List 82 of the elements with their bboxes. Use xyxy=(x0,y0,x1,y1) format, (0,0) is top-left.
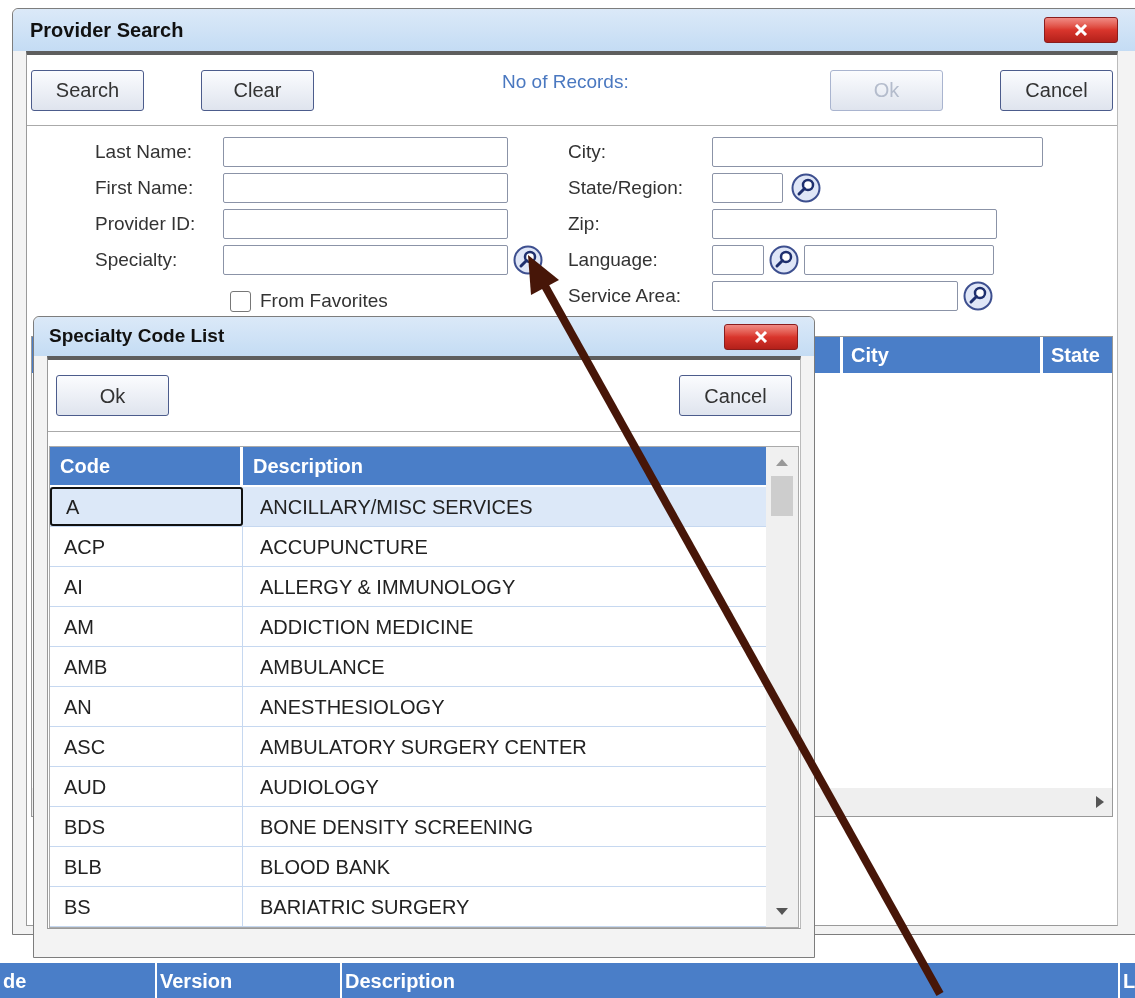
field-label: Last Name: xyxy=(95,139,194,164)
search-icon[interactable] xyxy=(769,245,799,275)
input-field[interactable] xyxy=(223,245,508,275)
column-header: Description xyxy=(340,963,1118,998)
input-field[interactable] xyxy=(223,137,508,167)
table-cell: ASC xyxy=(50,727,243,766)
table-row[interactable]: BLB BLOOD BANK xyxy=(50,847,766,887)
vertical-scrollbar[interactable] xyxy=(766,447,798,927)
table-cell-text: ADDICTION MEDICINE xyxy=(259,614,475,640)
table-cell: AMB xyxy=(50,647,243,686)
table-row[interactable]: AI ALLERGY & IMMUNOLOGY xyxy=(50,567,766,607)
scroll-right-icon[interactable] xyxy=(1096,795,1104,808)
table-row[interactable]: BS BARIATRIC SURGERY xyxy=(50,887,766,927)
table-cell-text: AMBULANCE xyxy=(259,654,386,680)
field-label: Language: xyxy=(568,247,659,272)
search-icon[interactable] xyxy=(791,173,821,203)
close-button[interactable] xyxy=(1044,17,1118,43)
column-header: L xyxy=(1118,963,1135,998)
scrollbar-thumb[interactable] xyxy=(771,476,793,516)
table-cell-text: ANCILLARY/MISC SERVICES xyxy=(259,494,534,520)
field-label: Zip: xyxy=(568,211,601,236)
table-cell-text: BARIATRIC SURGERY xyxy=(259,894,471,920)
table-cell-text: BONE DENSITY SCREENING xyxy=(259,814,535,840)
scroll-up-icon[interactable] xyxy=(776,459,788,466)
table-row[interactable]: AN ANESTHESIOLOGY xyxy=(50,687,766,727)
table-cell: BDS xyxy=(50,807,243,846)
table-row[interactable]: ASC AMBULATORY SURGERY CENTER xyxy=(50,727,766,767)
input-field[interactable] xyxy=(223,173,508,203)
table-cell: AN xyxy=(50,687,243,726)
dialog-button[interactable]: Ok xyxy=(56,375,169,416)
scroll-down-icon[interactable] xyxy=(776,908,788,915)
field-label: First Name: xyxy=(95,175,195,200)
table-row[interactable]: AMB AMBULANCE xyxy=(50,647,766,687)
input-field[interactable] xyxy=(712,137,1043,167)
checkbox[interactable] xyxy=(230,290,251,312)
field-label: Service Area: xyxy=(568,283,682,308)
dialog-button[interactable]: Cancel xyxy=(1000,69,1113,111)
table-row[interactable]: ACP ACCUPUNCTURE xyxy=(50,527,766,567)
column-header: Version xyxy=(155,963,340,998)
table-row[interactable]: AM ADDICTION MEDICINE xyxy=(50,607,766,647)
table-cell: ACP xyxy=(50,527,243,566)
table-row[interactable]: A ANCILLARY/MISC SERVICES xyxy=(50,487,766,527)
table-cell-text: AUDIOLOGY xyxy=(259,774,380,800)
table-cell-text: AMBULATORY SURGERY CENTER xyxy=(259,734,588,760)
input-field[interactable] xyxy=(712,173,783,203)
dialog-button[interactable]: Clear xyxy=(201,69,314,111)
column-header[interactable]: Description xyxy=(243,447,766,485)
table-cell-text: ACCUPUNCTURE xyxy=(259,534,429,560)
field-label: State/Region: xyxy=(568,175,685,200)
checkbox-label: From Favorites xyxy=(260,289,388,313)
close-icon xyxy=(754,330,768,343)
table-row[interactable]: BDS BONE DENSITY SCREENING xyxy=(50,807,766,847)
input-field[interactable] xyxy=(804,245,994,275)
dialog-button[interactable]: Search xyxy=(31,69,144,111)
input-field[interactable] xyxy=(223,209,508,239)
table-cell: AUD xyxy=(50,767,243,806)
dialog-button[interactable]: Cancel xyxy=(679,375,792,416)
column-header[interactable]: City xyxy=(840,336,1040,373)
dialog-title: Specialty Code List xyxy=(49,324,225,349)
field-label: Provider ID: xyxy=(95,211,197,236)
table-cell: AM xyxy=(50,607,243,646)
table-cell-text: ANESTHESIOLOGY xyxy=(259,694,446,720)
records-label: No of Records: xyxy=(502,70,629,94)
field-label: Specialty: xyxy=(95,247,179,272)
input-field[interactable] xyxy=(712,245,764,275)
table-cell: AI xyxy=(50,567,243,606)
column-header: de xyxy=(2,968,28,994)
table-cell-text: ALLERGY & IMMUNOLOGY xyxy=(259,574,517,600)
input-field[interactable] xyxy=(712,209,997,239)
search-icon[interactable] xyxy=(963,281,993,311)
table-cell: BLB xyxy=(50,847,243,886)
field-label: City: xyxy=(568,139,607,164)
table-cell: BS xyxy=(50,887,243,926)
table-row[interactable]: AUD AUDIOLOGY xyxy=(50,767,766,807)
window-title: Provider Search xyxy=(30,18,184,43)
close-icon xyxy=(1074,24,1088,36)
close-button[interactable] xyxy=(724,323,798,350)
table-cell: A xyxy=(50,487,243,526)
table-cell-text: BLOOD BANK xyxy=(259,854,392,880)
column-header[interactable]: Code xyxy=(50,447,243,485)
column-header[interactable]: State xyxy=(1040,336,1112,373)
input-field[interactable] xyxy=(712,281,958,311)
